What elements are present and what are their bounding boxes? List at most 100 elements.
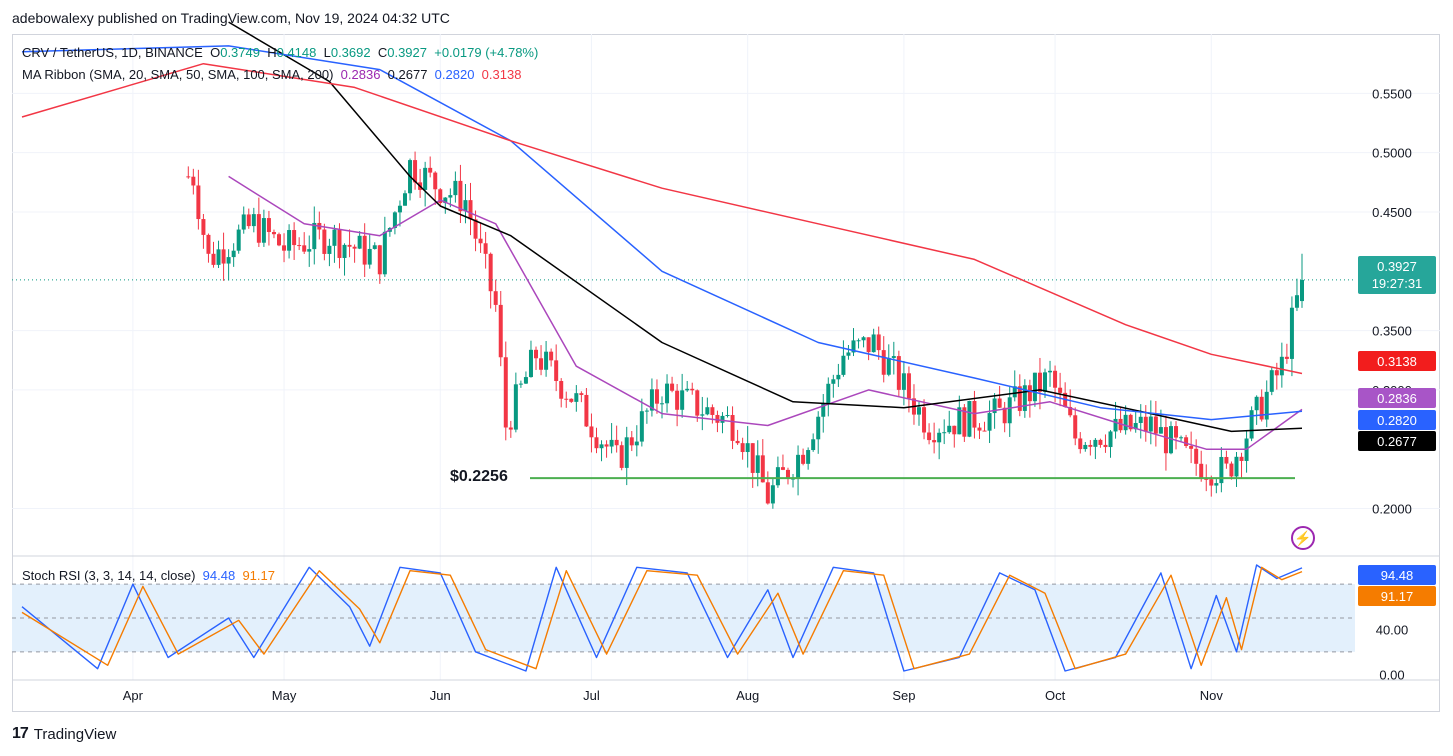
candle — [266, 210, 271, 246]
candle-body — [382, 231, 387, 275]
candle-body — [307, 249, 312, 252]
candle-body — [322, 229, 327, 254]
candle-body — [856, 340, 861, 342]
candle — [770, 478, 775, 509]
candle-body — [261, 218, 266, 243]
candle — [423, 161, 428, 207]
ma50-tag: 0.2677 — [1358, 431, 1436, 451]
candle-body — [594, 437, 599, 449]
candle — [1037, 357, 1042, 410]
candle-body — [1179, 437, 1184, 439]
candle — [836, 363, 841, 387]
candle-body — [1073, 415, 1078, 439]
candle-body — [901, 373, 906, 390]
candle — [342, 243, 347, 276]
ma50-value: 0.2677 — [387, 67, 428, 82]
stoch-rsi-label: Stoch RSI (3, 3, 14, 14, close) — [22, 568, 196, 583]
open-value: 0.3749 — [220, 45, 260, 60]
candle — [443, 197, 448, 214]
candle — [1158, 409, 1163, 434]
candle-body — [730, 415, 735, 441]
stoch-rsi-legend: Stoch RSI (3, 3, 14, 14, close) 94.48 91… — [22, 568, 275, 583]
candle — [236, 224, 241, 254]
candle-body — [1254, 396, 1259, 411]
ma-ribbon-label: MA Ribbon (SMA, 20, SMA, 50, SMA, 100, S… — [22, 67, 334, 82]
candle-body — [932, 440, 937, 443]
candle-body — [1234, 456, 1239, 477]
candle-body — [1093, 439, 1098, 447]
candle-body — [559, 380, 564, 399]
candle — [1042, 368, 1047, 398]
candle-body — [372, 245, 377, 249]
candle — [282, 233, 287, 263]
candle — [1279, 342, 1284, 388]
candle — [1269, 367, 1274, 396]
candle — [1068, 389, 1073, 418]
candle-body — [629, 437, 634, 446]
candle-body — [715, 414, 720, 423]
candle-body — [831, 379, 836, 384]
ma20-value: 0.2836 — [340, 67, 381, 82]
candle — [715, 410, 720, 433]
candle — [1254, 395, 1259, 425]
candle — [710, 404, 715, 424]
candle-body — [513, 384, 518, 430]
candle — [629, 431, 634, 452]
candle-body — [922, 407, 927, 433]
time-tick-label: Apr — [123, 688, 144, 703]
candle-body — [695, 390, 700, 416]
candle-body — [654, 389, 659, 404]
candle-body — [644, 410, 649, 412]
candle-body — [997, 398, 1002, 408]
candle-body — [503, 357, 508, 428]
candle-body — [402, 193, 407, 206]
ma20-tag: 0.2836 — [1358, 388, 1436, 408]
symbol-title: CRV / TetherUS, 1D, BINANCE — [22, 45, 203, 60]
candle — [564, 391, 569, 408]
candle-body — [206, 234, 211, 254]
candle — [1274, 362, 1279, 390]
candle-body — [569, 398, 574, 402]
candle-body — [1289, 307, 1294, 359]
candle — [745, 426, 750, 468]
candle — [332, 224, 337, 263]
candle-body — [564, 398, 569, 400]
candle-body — [836, 374, 841, 380]
candle — [634, 425, 639, 457]
candle-body — [1274, 370, 1279, 376]
candle-body — [725, 415, 730, 417]
candle-body — [705, 407, 710, 415]
candle-body — [357, 235, 362, 249]
candle-body — [826, 383, 831, 404]
candle-body — [806, 450, 811, 464]
candle-body — [251, 214, 256, 227]
candle — [932, 422, 937, 454]
time-axis: Apr May Jun Jul Aug Sep Oct Nov — [123, 688, 1224, 703]
candle-body — [881, 350, 886, 375]
candle — [594, 427, 599, 454]
chart-canvas[interactable]: 0.20000.30000.35000.45000.50000.55000.00… — [0, 0, 1453, 756]
candle — [1259, 389, 1264, 422]
candle — [322, 223, 327, 261]
candle-body — [277, 234, 282, 246]
candle — [1027, 379, 1032, 418]
candle — [508, 420, 513, 438]
candle — [302, 232, 307, 254]
candle — [468, 182, 473, 236]
candle — [997, 385, 1002, 408]
candle-body — [337, 229, 342, 258]
candle — [917, 401, 922, 426]
candle — [861, 336, 866, 348]
candle — [1073, 407, 1078, 446]
candle-body — [780, 467, 785, 470]
candle — [413, 151, 418, 190]
candle-body — [377, 245, 382, 275]
candle — [408, 158, 413, 201]
candle-body — [1209, 479, 1214, 486]
lightning-icon[interactable]: ⚡ — [1291, 526, 1315, 550]
candle-body — [579, 393, 584, 395]
candle-body — [917, 407, 922, 415]
candle-body — [332, 229, 337, 246]
candle — [806, 447, 811, 470]
candle — [765, 471, 770, 505]
